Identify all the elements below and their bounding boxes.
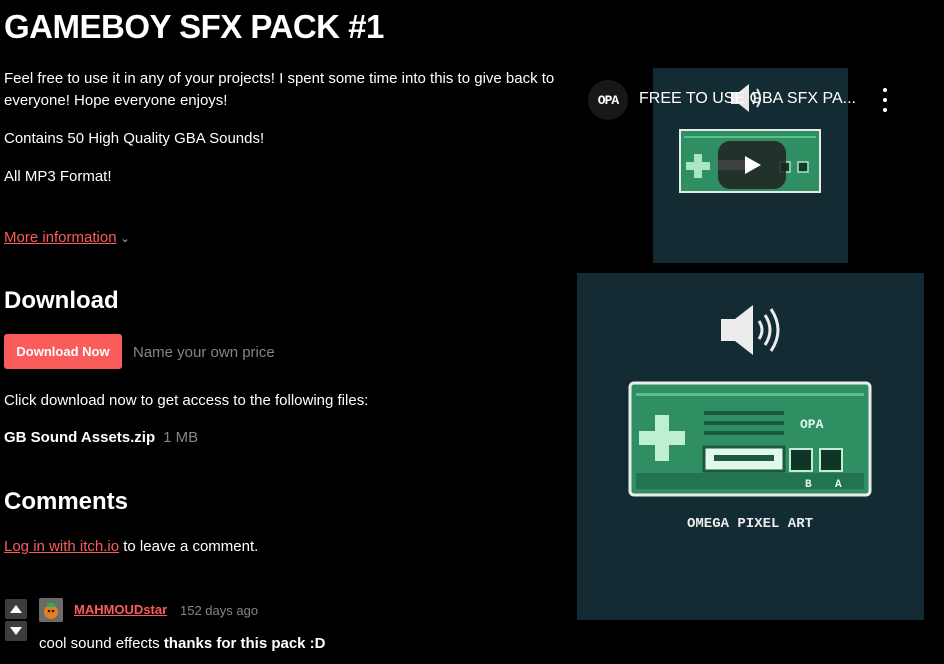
play-button[interactable] [718,141,786,189]
cover-art: OPA B A OMEGA PIXEL ART [577,273,924,620]
description-paragraph: Feel free to use it in any of your proje… [4,70,555,109]
login-prompt-text: to leave a comment. [119,538,259,555]
comment-author[interactable]: MAHMOUDstar [74,602,167,617]
svg-text:OPA: OPA [800,417,824,432]
more-information-label: More information [4,229,117,246]
files-intro: Click download now to get access to the … [4,392,369,409]
controller-graphic: OPA B A [628,381,872,497]
channel-logo-text: OPA [597,92,619,108]
video-overlay: OPA FREE TO USE GBA SFX PA... [588,80,908,120]
comment-text-bold: thanks for this pack :D [163,635,326,652]
comments-heading: Comments [4,488,129,515]
description: Feel free to use it in any of your proje… [4,68,564,204]
downvote-button[interactable] [5,621,27,641]
description-paragraph: All MP3 Format! [4,168,112,185]
file-row: GB Sound Assets.zip 1 MB [4,429,198,446]
play-icon [745,156,761,174]
svg-text:B: B [805,479,812,491]
cover-image: OPA B A OMEGA PIXEL ART [577,273,924,620]
description-paragraph: Contains 50 High Quality GBA Sounds! [4,130,265,147]
comment-body: cool sound effects thanks for this pack … [39,635,326,652]
more-vert-icon[interactable] [878,88,892,112]
price-hint: Name your own price [133,344,275,361]
more-information-toggle[interactable]: More information ⌄ [4,229,130,246]
chevron-down-icon: ⌄ [120,233,130,245]
brand-text: OMEGA PIXEL ART [687,516,813,532]
avatar-image [39,598,63,622]
file-name: GB Sound Assets.zip [4,429,156,446]
arrow-down-icon [10,627,22,635]
channel-logo[interactable]: OPA [588,80,628,120]
login-prompt: Log in with itch.io to leave a comment. [4,538,258,555]
comment-text: cool sound effects [39,635,164,652]
download-now-button[interactable]: Download Now [4,334,122,369]
login-link[interactable]: Log in with itch.io [4,538,119,555]
video-title[interactable]: FREE TO USE GBA SFX PA... [639,90,856,108]
comment-time: 152 days ago [180,603,259,618]
download-heading: Download [4,287,119,314]
upvote-button[interactable] [5,599,27,619]
page-title: GAMEBOY SFX PACK #1 [4,8,384,45]
file-size: 1 MB [163,429,199,446]
svg-text:A: A [835,479,842,491]
avatar[interactable] [39,598,63,622]
arrow-up-icon [10,605,22,613]
